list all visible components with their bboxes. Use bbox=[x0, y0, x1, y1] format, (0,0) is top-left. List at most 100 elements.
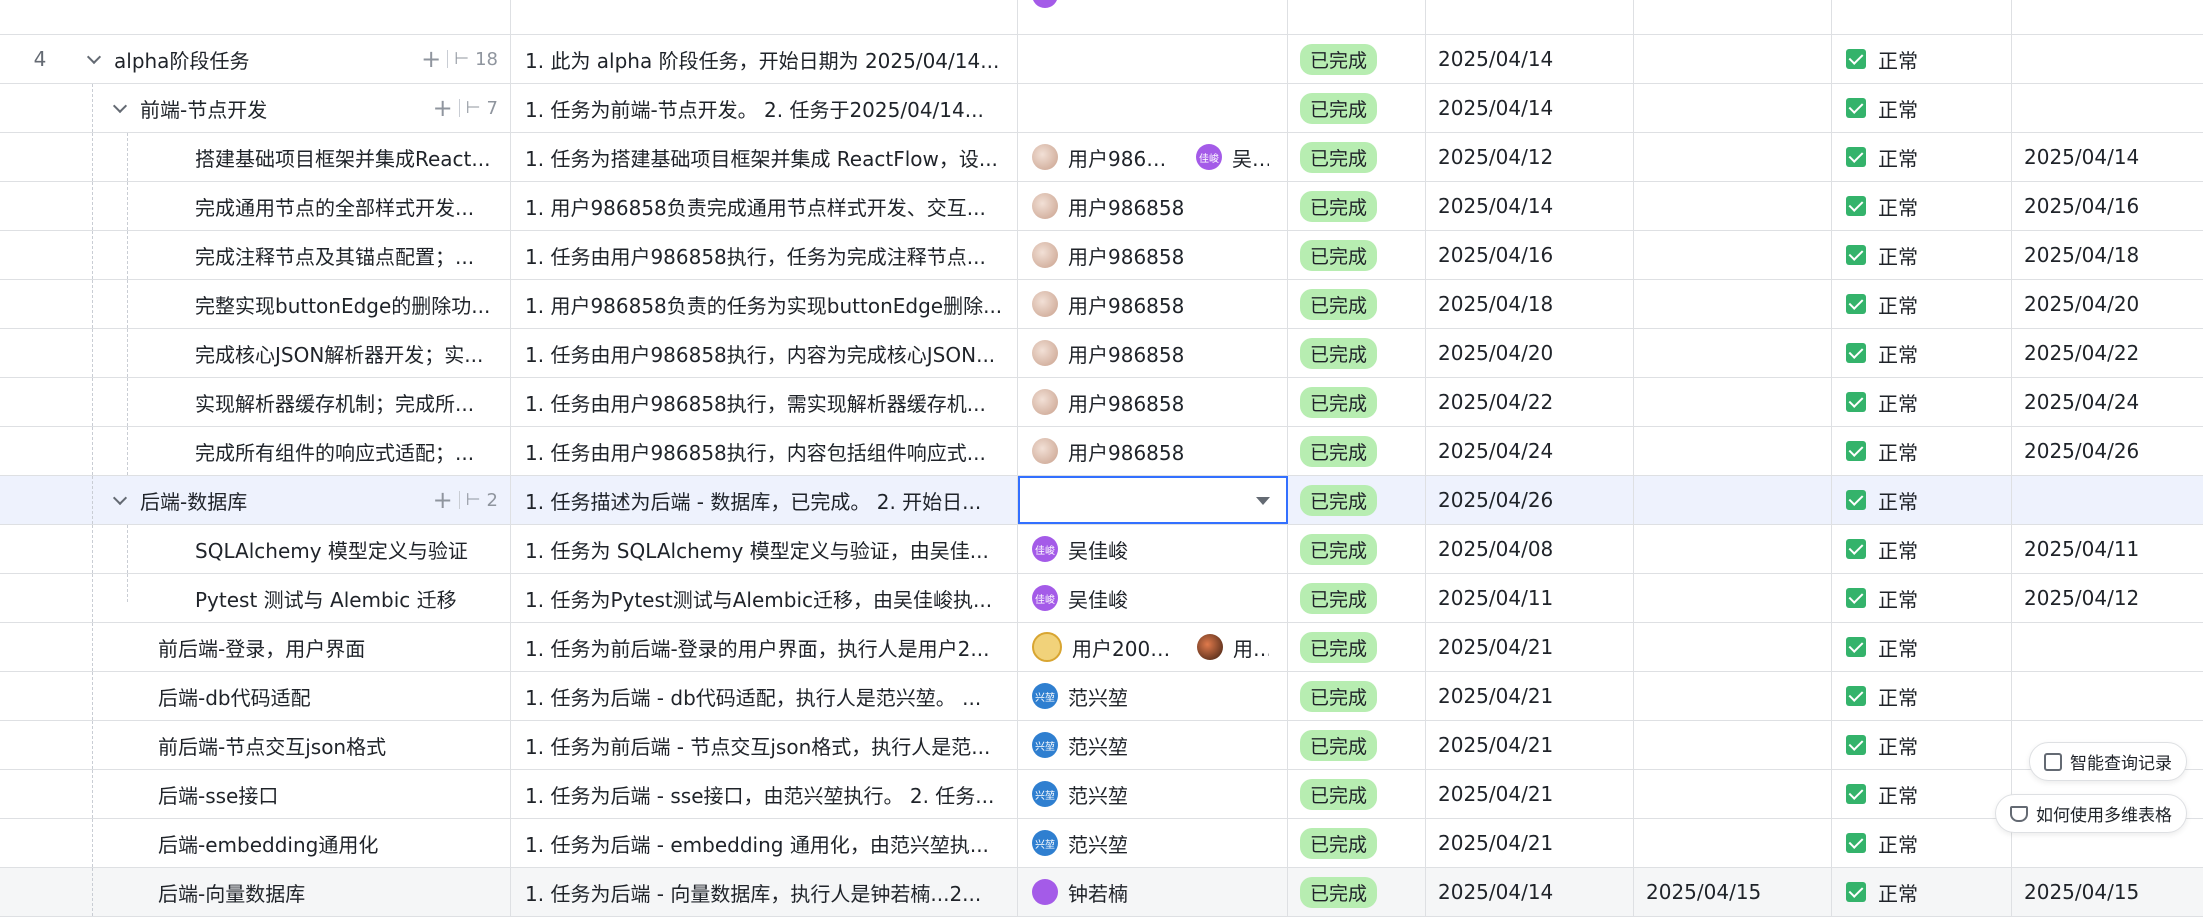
executor-cell[interactable]: 兴堃 范兴堃 bbox=[1018, 721, 1288, 769]
status-cell[interactable]: 已完成 bbox=[1288, 378, 1426, 426]
executor-cell[interactable]: 钟若楠 bbox=[1018, 868, 1288, 916]
end-date[interactable] bbox=[1634, 84, 1832, 132]
normal-cell[interactable]: 正常 bbox=[1832, 182, 2012, 230]
status-cell[interactable]: 已完成 bbox=[1288, 280, 1426, 328]
start-date[interactable]: 2025/04/11 bbox=[1426, 574, 1634, 622]
checkbox[interactable] bbox=[1846, 441, 1866, 461]
title-cell[interactable]: 完成通用节点的全部样式开发... bbox=[80, 182, 511, 230]
add-subtask-icon[interactable]: + bbox=[433, 488, 453, 512]
normal-cell[interactable]: 正常 bbox=[1832, 721, 2012, 769]
executor-cell[interactable]: 用户986858 bbox=[1018, 378, 1288, 426]
start-date[interactable]: 2025/04/26 bbox=[1426, 476, 1634, 524]
end-date[interactable] bbox=[1634, 672, 1832, 720]
start-date[interactable]: 2025/04/14 bbox=[1426, 84, 1634, 132]
title-cell[interactable]: 后端-embedding通用化 bbox=[80, 819, 511, 867]
end-date[interactable] bbox=[1634, 35, 1832, 83]
end-date[interactable] bbox=[1634, 525, 1832, 573]
table-row[interactable]: 后端-db代码适配 1. 任务为后端 - db代码适配，执行人是范兴堃。 ...… bbox=[0, 672, 2203, 721]
executor-cell[interactable]: 用户986858 佳峻 吴... bbox=[1018, 133, 1288, 181]
table-row[interactable]: 搭建基础项目框架并集成React... 1. 任务为搭建基础项目框架并集成 Re… bbox=[0, 133, 2203, 182]
start-date[interactable]: 2025/04/18 bbox=[1426, 280, 1634, 328]
desc-cell[interactable]: 1. 任务为 SQLAlchemy 模型定义与验证，由吴佳... bbox=[511, 525, 1018, 573]
table-row[interactable]: 4 alpha阶段任务 + ⊢ 18 1. 此为 alpha 阶段任务，开始日期… bbox=[0, 35, 2203, 84]
table-row[interactable]: 完成核心JSON解析器开发；实... 1. 任务由用户986858执行，内容为完… bbox=[0, 329, 2203, 378]
start-date[interactable]: 2025/04/21 bbox=[1426, 623, 1634, 671]
desc-cell[interactable]: 1. 任务由用户986858执行，内容包括组件响应式... bbox=[511, 427, 1018, 475]
due-date[interactable]: 2025/04/18 bbox=[2012, 231, 2203, 279]
checkbox[interactable] bbox=[1846, 245, 1866, 265]
checkbox[interactable] bbox=[1846, 833, 1866, 853]
table-row[interactable]: 完整实现buttonEdge的删除功... 1. 用户986858负责的任务为实… bbox=[0, 280, 2203, 329]
table-row[interactable]: 完成注释节点及其锚点配置；... 1. 任务由用户986858执行，任务为完成注… bbox=[0, 231, 2203, 280]
checkbox[interactable] bbox=[1846, 588, 1866, 608]
status-cell[interactable]: 已完成 bbox=[1288, 574, 1426, 622]
due-date[interactable]: 2025/04/24 bbox=[2012, 378, 2203, 426]
table-row[interactable]: 后端-embedding通用化 1. 任务为后端 - embedding 通用化… bbox=[0, 819, 2203, 868]
table-row[interactable]: Pytest 测试与 Alembic 迁移 1. 任务为Pytest测试与Ale… bbox=[0, 574, 2203, 623]
desc-cell[interactable]: 1. 用户986858负责的任务为实现buttonEdge删除... bbox=[511, 280, 1018, 328]
start-date[interactable]: 2025/04/20 bbox=[1426, 329, 1634, 377]
status-cell[interactable]: 已完成 bbox=[1288, 525, 1426, 573]
normal-cell[interactable]: 正常 bbox=[1832, 868, 2012, 916]
status-cell[interactable]: 已完成 bbox=[1288, 770, 1426, 818]
title-cell[interactable]: Pytest 测试与 Alembic 迁移 bbox=[80, 574, 511, 622]
desc-cell[interactable]: 1. 任务为后端 - embedding 通用化，由范兴堃执... bbox=[511, 819, 1018, 867]
executor-cell[interactable]: 用户986858 bbox=[1018, 427, 1288, 475]
normal-cell[interactable]: 正常 bbox=[1832, 378, 2012, 426]
start-date[interactable]: 2025/04/14 bbox=[1426, 35, 1634, 83]
end-date[interactable] bbox=[1634, 770, 1832, 818]
status-cell[interactable]: 已完成 bbox=[1288, 672, 1426, 720]
end-date[interactable] bbox=[1634, 280, 1832, 328]
end-date[interactable]: 2025/04/15 bbox=[1634, 868, 1832, 916]
due-date[interactable] bbox=[2012, 623, 2203, 671]
due-date[interactable]: 2025/04/16 bbox=[2012, 182, 2203, 230]
executor-dropdown[interactable] bbox=[1018, 476, 1288, 524]
start-date[interactable]: 2025/04/21 bbox=[1426, 819, 1634, 867]
start-date[interactable]: 2025/04/21 bbox=[1426, 672, 1634, 720]
end-date[interactable] bbox=[1634, 574, 1832, 622]
table-row[interactable] bbox=[0, 0, 2203, 35]
executor-cell[interactable]: 佳峻 吴佳峻 bbox=[1018, 525, 1288, 573]
table-row[interactable]: 前后端-登录，用户界面 1. 任务为前后端-登录的用户界面，执行人是用户2...… bbox=[0, 623, 2203, 672]
desc-cell[interactable]: 1. 任务描述为后端 - 数据库，已完成。 2. 开始日... bbox=[511, 476, 1018, 524]
executor-cell[interactable] bbox=[1018, 35, 1288, 83]
title-cell[interactable]: 搭建基础项目框架并集成React... bbox=[80, 133, 511, 181]
chevron-down-icon[interactable] bbox=[84, 49, 104, 69]
desc-cell[interactable]: 1. 任务为后端 - 向量数据库，执行人是钟若楠...2... bbox=[511, 868, 1018, 916]
status-cell[interactable]: 已完成 bbox=[1288, 231, 1426, 279]
smart-query-button[interactable]: 智能查询记录 bbox=[2029, 742, 2187, 781]
due-date[interactable] bbox=[2012, 672, 2203, 720]
end-date[interactable] bbox=[1634, 721, 1832, 769]
executor-cell[interactable]: 兴堃 范兴堃 bbox=[1018, 819, 1288, 867]
start-date[interactable]: 2025/04/22 bbox=[1426, 378, 1634, 426]
status-cell[interactable]: 已完成 bbox=[1288, 84, 1426, 132]
due-date[interactable] bbox=[2012, 35, 2203, 83]
title-cell[interactable]: 完成注释节点及其锚点配置；... bbox=[80, 231, 511, 279]
checkbox[interactable] bbox=[1846, 539, 1866, 559]
executor-cell[interactable]: 兴堃 范兴堃 bbox=[1018, 672, 1288, 720]
table-row[interactable]: 后端-数据库 + ⊢ 2 1. 任务描述为后端 - 数据库，已完成。 2. 开始… bbox=[0, 476, 2203, 525]
desc-cell[interactable]: 1. 任务为前后端-登录的用户界面，执行人是用户2... bbox=[511, 623, 1018, 671]
title-cell[interactable]: 前后端-节点交互json格式 bbox=[80, 721, 511, 769]
checkbox[interactable] bbox=[1846, 882, 1866, 902]
start-date[interactable]: 2025/04/16 bbox=[1426, 231, 1634, 279]
title-cell[interactable]: 前后端-登录，用户界面 bbox=[80, 623, 511, 671]
how-to-use-button[interactable]: 如何使用多维表格 bbox=[1995, 794, 2187, 833]
title-cell[interactable]: 后端-数据库 + ⊢ 2 bbox=[80, 476, 511, 524]
end-date[interactable] bbox=[1634, 819, 1832, 867]
checkbox[interactable] bbox=[1846, 392, 1866, 412]
due-date[interactable] bbox=[2012, 84, 2203, 132]
desc-cell[interactable]: 1. 任务为前端-节点开发。 2. 任务于2025/04/14... bbox=[511, 84, 1018, 132]
desc-cell[interactable]: 1. 用户986858负责完成通用节点样式开发、交互... bbox=[511, 182, 1018, 230]
status-cell[interactable]: 已完成 bbox=[1288, 35, 1426, 83]
normal-cell[interactable]: 正常 bbox=[1832, 574, 2012, 622]
end-date[interactable] bbox=[1634, 182, 1832, 230]
end-date[interactable] bbox=[1634, 133, 1832, 181]
normal-cell[interactable]: 正常 bbox=[1832, 623, 2012, 671]
normal-cell[interactable]: 正常 bbox=[1832, 280, 2012, 328]
table-row[interactable]: SQLAlchemy 模型定义与验证 1. 任务为 SQLAlchemy 模型定… bbox=[0, 525, 2203, 574]
title-cell[interactable]: alpha阶段任务 + ⊢ 18 bbox=[80, 35, 511, 83]
due-date[interactable] bbox=[2012, 476, 2203, 524]
checkbox[interactable] bbox=[1846, 490, 1866, 510]
normal-cell[interactable]: 正常 bbox=[1832, 672, 2012, 720]
